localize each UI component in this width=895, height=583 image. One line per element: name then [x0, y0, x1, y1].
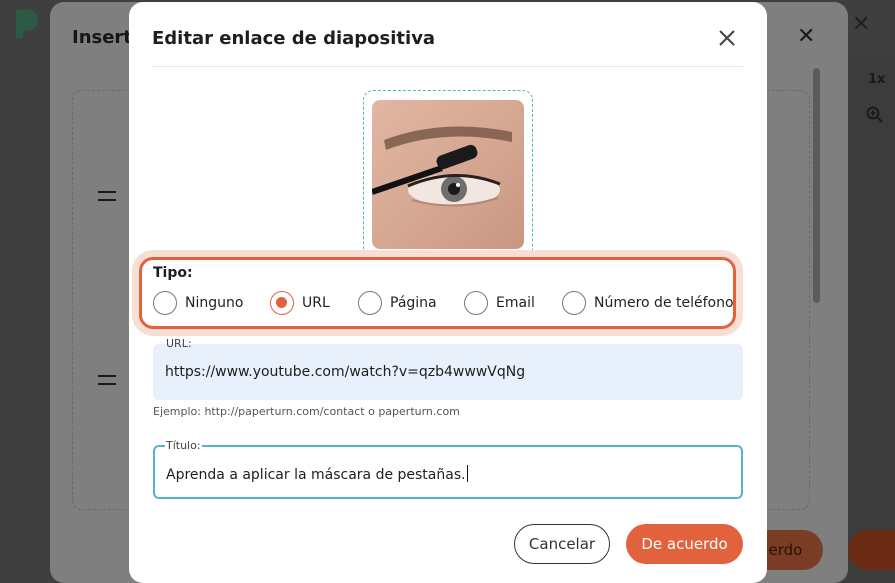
- slide-thumbnail-image: [372, 100, 524, 249]
- radio-circle-selected[interactable]: [270, 291, 294, 315]
- background-close-icon[interactable]: ✕: [852, 12, 870, 37]
- radio-label: Ninguno: [185, 295, 244, 311]
- zoom-level-label: 1x: [868, 72, 886, 87]
- cancel-button[interactable]: Cancelar: [514, 524, 610, 564]
- insert-dialog-close-icon[interactable]: ✕: [797, 24, 815, 49]
- divider: [152, 66, 743, 67]
- radio-label: URL: [302, 295, 330, 311]
- link-type-label: Tipo:: [153, 265, 193, 281]
- zoom-in-icon[interactable]: [866, 106, 884, 128]
- radio-page[interactable]: Página: [358, 291, 437, 315]
- title-input[interactable]: Aprenda a aplicar la máscara de pestañas…: [166, 465, 468, 483]
- radio-none[interactable]: Ninguno: [153, 291, 243, 315]
- radio-label: Número de teléfono: [594, 295, 734, 311]
- radio-circle[interactable]: [464, 291, 488, 315]
- drag-handle-icon[interactable]: [98, 375, 116, 385]
- title-field-label: Título:: [165, 439, 202, 452]
- title-field[interactable]: Título: Aprenda a aplicar la máscara de …: [153, 439, 743, 499]
- background-button: [848, 530, 895, 570]
- radio-label: Página: [390, 295, 437, 311]
- radio-email[interactable]: Email: [464, 291, 535, 315]
- drag-handle-icon[interactable]: [98, 191, 116, 201]
- text-caret: [466, 465, 468, 482]
- background-right-panel: [848, 56, 895, 583]
- url-field[interactable]: URL: https://www.youtube.com/watch?v=qzb…: [153, 337, 743, 400]
- paperturn-logo-icon: [16, 10, 38, 38]
- edit-slide-link-dialog: Editar enlace de diapositiva Tipo: Ningu…: [129, 2, 767, 583]
- dialog-title: Editar enlace de diapositiva: [152, 28, 436, 49]
- radio-circle[interactable]: [358, 291, 382, 315]
- url-example-hint: Ejemplo: http://paperturn.com/contact o …: [153, 405, 460, 418]
- insert-dialog-scrollbar[interactable]: [813, 68, 820, 303]
- radio-phone[interactable]: Número de teléfono: [562, 291, 734, 315]
- radio-label: Email: [496, 295, 535, 311]
- close-icon[interactable]: [715, 26, 739, 50]
- url-field-label: URL:: [166, 337, 192, 350]
- radio-circle[interactable]: [562, 291, 586, 315]
- slide-thumbnail-frame: [363, 90, 533, 258]
- radio-circle[interactable]: [153, 291, 177, 315]
- title-input-text: Aprenda a aplicar la máscara de pestañas…: [166, 467, 466, 483]
- radio-url[interactable]: URL: [270, 291, 330, 315]
- url-input[interactable]: https://www.youtube.com/watch?v=qzb4wwwV…: [165, 364, 725, 380]
- ok-button[interactable]: De acuerdo: [626, 524, 743, 564]
